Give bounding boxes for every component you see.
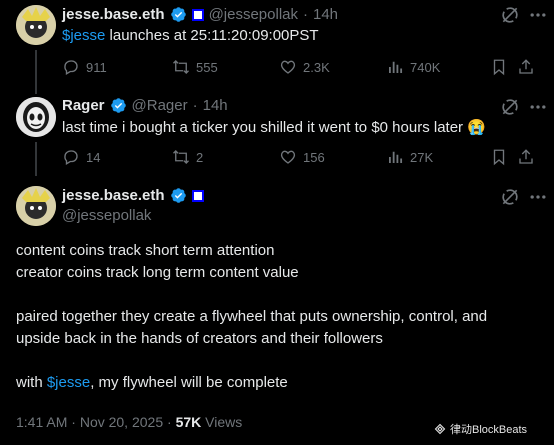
handle[interactable]: @jessepollak	[62, 207, 151, 224]
tweet-text-prefix: with	[16, 374, 47, 391]
more-options-icon[interactable]	[528, 97, 548, 117]
watermark: 律动BlockBeats	[434, 421, 527, 437]
views-button[interactable]: 740K	[386, 58, 490, 76]
bookmark-icon	[493, 149, 505, 166]
share-button[interactable]	[517, 58, 535, 76]
tweet-text: last time i bought a ticker you shilled …	[62, 119, 486, 136]
display-name[interactable]: jesse.base.eth	[62, 6, 165, 23]
main-tweet-body: content coins track short term attention…	[16, 240, 546, 394]
repost-icon	[173, 60, 189, 74]
tweet-header: Rager @Rager · 14h	[62, 97, 228, 114]
tweet-text: $jesse launches at 25:11:20:09:00PST	[62, 26, 319, 46]
views-icon	[389, 151, 403, 163]
grok-icon[interactable]	[500, 5, 520, 25]
timestamp[interactable]: 14h	[313, 6, 338, 23]
like-button[interactable]: 2.3K	[279, 58, 386, 76]
tweet-text-suffix: , my flywheel will be complete	[90, 374, 288, 391]
separator-dot: ·	[303, 6, 308, 23]
thread-line	[35, 142, 37, 176]
reply-icon	[64, 60, 78, 75]
share-button[interactable]	[517, 148, 535, 166]
like-button[interactable]: 156	[279, 148, 386, 166]
verified-badge-icon	[110, 98, 126, 113]
tweet-line: with $jesse, my flywheel will be complet…	[16, 372, 546, 394]
display-name[interactable]: jesse.base.eth	[62, 187, 165, 204]
heart-icon	[280, 150, 296, 164]
share-icon	[519, 59, 533, 74]
grok-icon[interactable]	[500, 97, 520, 117]
bookmark-icon	[493, 59, 505, 76]
watermark-logo-icon	[434, 423, 446, 435]
avatar[interactable]	[16, 5, 56, 45]
bookmark-button[interactable]	[490, 58, 517, 76]
views-button[interactable]: 27K	[386, 148, 490, 166]
repost-button[interactable]: 555	[172, 58, 279, 76]
watermark-text: 律动BlockBeats	[450, 424, 528, 436]
views-icon	[389, 61, 403, 73]
more-options-icon[interactable]	[528, 5, 548, 25]
affiliate-badge-icon	[191, 189, 204, 202]
reply-button[interactable]: 14	[62, 148, 172, 166]
bookmark-button[interactable]	[490, 148, 517, 166]
more-options-icon[interactable]	[528, 187, 548, 207]
avatar[interactable]	[16, 186, 56, 226]
repost-icon	[173, 150, 189, 164]
cashtag-link[interactable]: $jesse	[47, 374, 90, 391]
reply-icon	[64, 150, 78, 165]
separator-dot: ·	[71, 414, 76, 430]
like-count: 2.3K	[303, 59, 330, 75]
repost-count: 2	[196, 149, 204, 165]
verified-badge-icon	[170, 188, 186, 203]
post-date[interactable]: Nov 20, 2025	[80, 414, 163, 430]
heart-icon	[280, 60, 296, 74]
main-tweet-header: jesse.base.eth	[62, 187, 204, 204]
display-name[interactable]: Rager	[62, 97, 105, 114]
repost-count: 555	[196, 59, 218, 75]
tweet-line: upside back in the hands of creators and…	[16, 330, 383, 347]
reply-count: 14	[86, 149, 101, 165]
views-count: 740K	[410, 59, 441, 75]
cashtag-link[interactable]: $jesse	[62, 27, 105, 44]
views-count: 27K	[410, 149, 434, 165]
timestamp[interactable]: 14h	[203, 97, 228, 114]
thread-line	[35, 50, 37, 94]
tweet-text-rest: launches at 25:11:20:09:00PST	[105, 27, 319, 44]
like-count: 156	[303, 149, 325, 165]
handle[interactable]: @jessepollak	[209, 6, 298, 23]
reply-button[interactable]: 911	[62, 58, 172, 76]
affiliate-badge-icon	[191, 8, 204, 21]
tweet-line: content coins track short term attention	[16, 242, 275, 259]
grok-icon[interactable]	[500, 187, 520, 207]
action-bar: 14 2 156 27K	[62, 148, 544, 166]
action-bar: 911 555 2.3K 740K	[62, 58, 544, 76]
tweet-line: paired together they create a flywheel t…	[16, 308, 488, 325]
tweet-header: jesse.base.eth @jessepollak · 14h	[62, 6, 338, 23]
post-time[interactable]: 1:41 AM	[16, 414, 67, 430]
handle[interactable]: @Rager	[132, 97, 188, 114]
views-label: Views	[205, 414, 243, 430]
reply-count: 911	[86, 59, 107, 75]
share-icon	[519, 149, 533, 164]
separator-dot: ·	[192, 97, 198, 114]
verified-badge-icon	[170, 7, 186, 22]
tweet-footer: 1:41 AM · Nov 20, 2025 · 57K Views	[16, 414, 242, 430]
repost-button[interactable]: 2	[172, 148, 279, 166]
avatar[interactable]	[16, 97, 56, 137]
views-count: 57K	[175, 414, 202, 430]
tweet-line: creator coins track long term content va…	[16, 264, 299, 281]
separator-dot: ·	[167, 414, 172, 430]
